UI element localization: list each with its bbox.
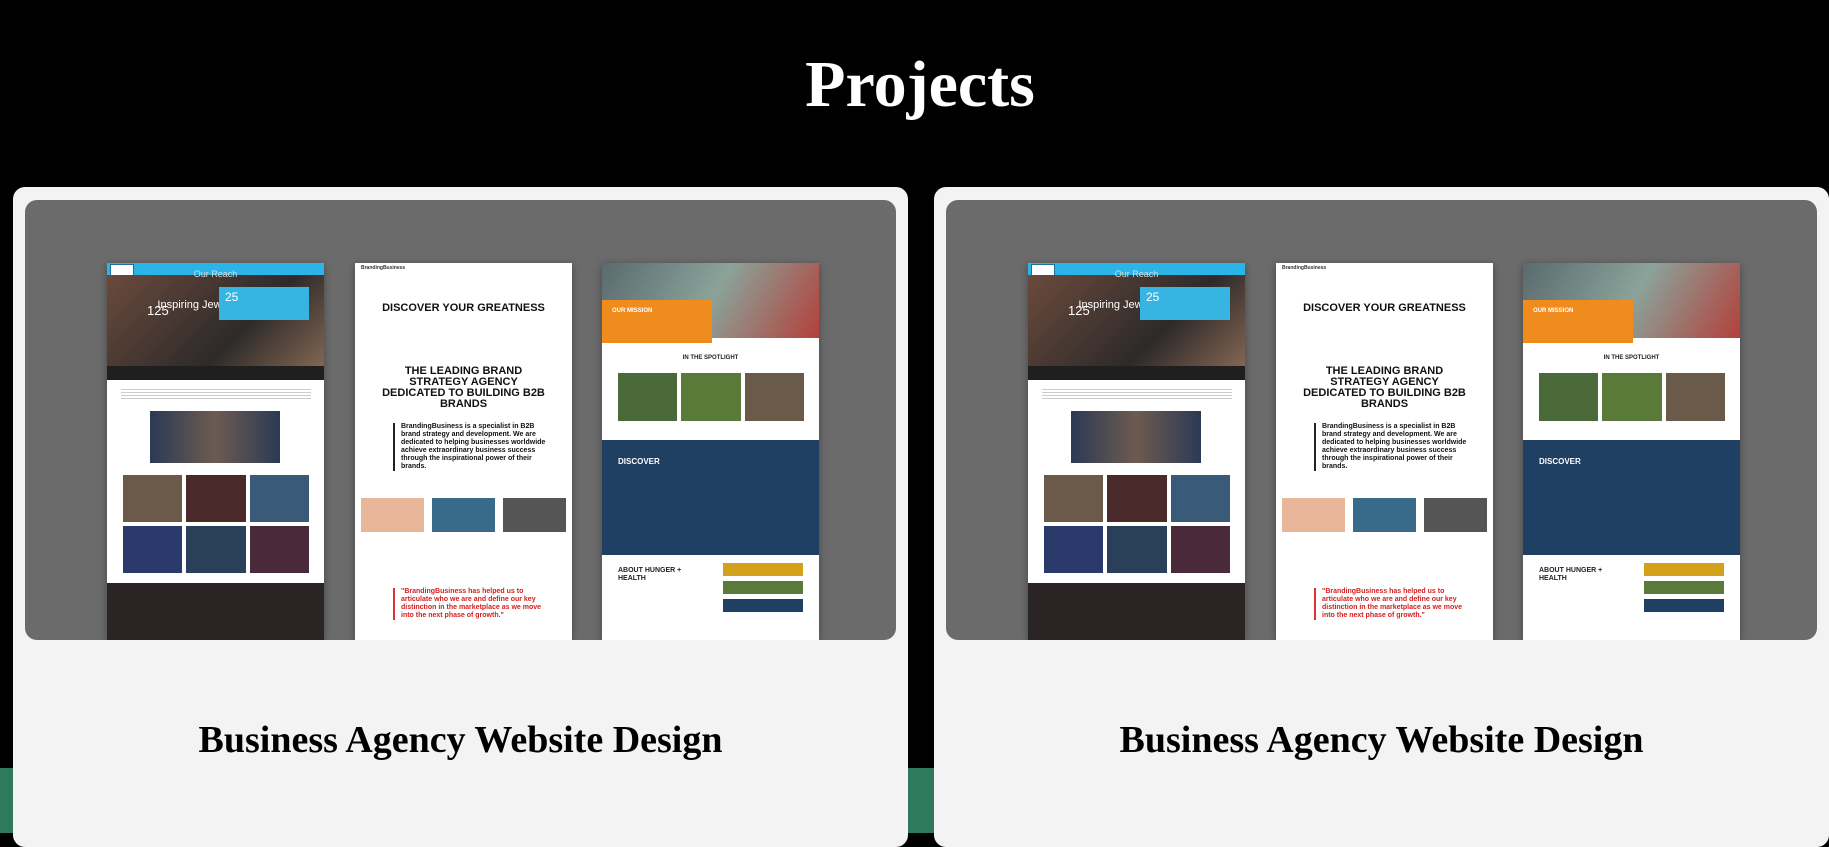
mockup-tile (1170, 526, 1230, 573)
mockup-tile (1107, 475, 1167, 522)
mockup-tile (1665, 373, 1725, 421)
mockup-text-lines (121, 389, 311, 399)
mockup-tile (681, 373, 741, 421)
mockup-tile (186, 526, 246, 573)
mockup-headline: DISCOVER YOUR GREATNESS (1303, 302, 1466, 314)
mockup-tile (186, 475, 246, 522)
mockup-about-title: ABOUT HUNGER + HEALTH (618, 567, 682, 582)
mockup-discover-title: DISCOVER (1539, 457, 1581, 466)
mockup-mission-box (602, 300, 712, 343)
mockup-tile (1170, 475, 1230, 522)
page-title: Projects (805, 48, 1035, 121)
mockup-text-lines (1042, 389, 1232, 399)
mockup-button (723, 599, 803, 612)
mockup-tile (1424, 498, 1487, 532)
mockup-tile-row (1539, 373, 1725, 421)
mockup-subheadline: THE LEADING BRAND STRATEGY AGENCY DEDICA… (1303, 365, 1466, 410)
mockup-body-text: BrandingBusiness is a specialist in B2B … (393, 423, 551, 471)
project-card[interactable]: Inspiring Jewish Homes Our Reach 125 25 … (934, 187, 1829, 847)
mockup-stat-box: 25 (1140, 287, 1230, 320)
mockup-subheadline: THE LEADING BRAND STRATEGY AGENCY DEDICA… (382, 365, 545, 410)
mockup-button (723, 581, 803, 594)
project-title: Business Agency Website Design (1119, 719, 1644, 761)
mockup-search-bar (107, 366, 324, 380)
mockup-page-right: OUR MISSION IN THE SPOTLIGHT DISCOVER AB… (1523, 263, 1740, 640)
project-card[interactable]: Inspiring Jewish Homes Our Reach 125 25 … (13, 187, 908, 847)
mockup-tile (249, 475, 309, 522)
mockup-tile (123, 475, 183, 522)
mockup-button (1644, 563, 1724, 576)
mockup-spotlight-title: IN THE SPOTLIGHT (682, 355, 739, 361)
mockup-reach-section (107, 583, 324, 640)
mockup-reach-section (1028, 583, 1245, 640)
mockup-reach-title: Our Reach (193, 269, 238, 279)
mockup-button (1644, 599, 1724, 612)
mockup-tile (1353, 498, 1416, 532)
mockup-stat: 125 (147, 303, 169, 318)
mockup-tile (1044, 526, 1104, 573)
mockup-page-center: BrandingBusiness DISCOVER YOUR GREATNESS… (355, 263, 572, 640)
mockup-stat-box: 25 (219, 287, 309, 320)
mockup-tile (503, 498, 566, 532)
mockup-tile (1539, 373, 1599, 421)
mockup-mission-title: OUR MISSION (1533, 308, 1574, 314)
mockup-tile (1107, 526, 1167, 573)
mockup-photo (1071, 411, 1201, 463)
mockup-photo (150, 411, 280, 463)
mockup-tile (123, 526, 183, 573)
project-title: Business Agency Website Design (198, 719, 723, 761)
mockup-stat: 125 (1068, 303, 1090, 318)
mockup-tile (744, 373, 804, 421)
mockup-tile (249, 526, 309, 573)
mockup-headline: DISCOVER YOUR GREATNESS (382, 302, 545, 314)
mockup-about-title: ABOUT HUNGER + HEALTH (1539, 567, 1603, 582)
mockup-tile (1282, 498, 1345, 532)
mockup-mission-title: OUR MISSION (612, 308, 653, 314)
mockup-tile-row (618, 373, 804, 421)
mockup-quote: "BrandingBusiness has helped us to artic… (1314, 588, 1467, 620)
mockup-search-bar (1028, 366, 1245, 380)
mockup-button (723, 563, 803, 576)
mockup-tile (432, 498, 495, 532)
mockup-button (1644, 581, 1724, 594)
mockup-tile (618, 373, 678, 421)
mockup-body-text: BrandingBusiness is a specialist in B2B … (1314, 423, 1472, 471)
mockup-image-row (1282, 498, 1487, 532)
mockup-reach-title: Our Reach (1114, 269, 1159, 279)
project-thumbnail[interactable]: Inspiring Jewish Homes Our Reach 125 25 … (25, 200, 896, 640)
mockup-tile-grid (1044, 475, 1230, 573)
mockup-spotlight-title: IN THE SPOTLIGHT (1603, 355, 1660, 361)
mockup-logo: BrandingBusiness (361, 265, 406, 271)
mockup-mission-box (1523, 300, 1633, 343)
mockup-quote: "BrandingBusiness has helped us to artic… (393, 588, 546, 620)
mockup-page-left: Inspiring Jewish Homes Our Reach 125 25 (1028, 263, 1245, 640)
mockup-page-center: BrandingBusiness DISCOVER YOUR GREATNESS… (1276, 263, 1493, 640)
mockup-discover-title: DISCOVER (618, 457, 660, 466)
mockup-tile (1044, 475, 1104, 522)
mockup-tile-grid (123, 475, 309, 573)
mockup-page-left: Inspiring Jewish Homes Our Reach 125 25 (107, 263, 324, 640)
mockup-tile (361, 498, 424, 532)
mockup-page-right: OUR MISSION IN THE SPOTLIGHT DISCOVER AB… (602, 263, 819, 640)
mockup-logo: BrandingBusiness (1282, 265, 1327, 271)
mockup-image-row (361, 498, 566, 532)
mockup-tile (1602, 373, 1662, 421)
project-thumbnail[interactable]: Inspiring Jewish Homes Our Reach 125 25 … (946, 200, 1817, 640)
